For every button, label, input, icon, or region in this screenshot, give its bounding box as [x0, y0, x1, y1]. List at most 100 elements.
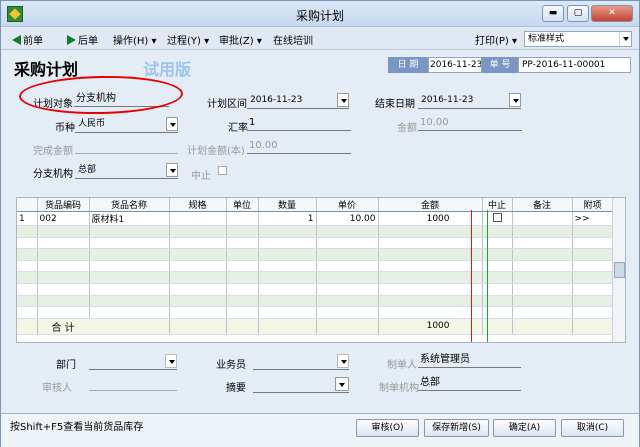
doc-no-field[interactable]: PP-2016-11-00001 — [518, 57, 631, 73]
training-button[interactable]: 在线培训 — [273, 32, 313, 47]
plan-range-field[interactable]: 2016-11-23 — [247, 93, 349, 109]
col-header: 金额 — [378, 198, 483, 212]
amount-label: 金额 — [397, 123, 417, 134]
table-row[interactable] — [17, 248, 614, 261]
operate-label: 操作(H) — [113, 36, 149, 47]
title-bar: 采购计划 ▬ ▢ ✕ — [1, 1, 639, 27]
plan-amount-field: 10.00 — [247, 139, 351, 154]
col-header: 备注 — [512, 198, 573, 212]
date-label: 日 期 — [388, 57, 428, 73]
table-row[interactable] — [17, 283, 614, 296]
page-title: 采购计划 — [14, 60, 79, 79]
dept-label: 部门 — [56, 360, 76, 371]
maker-label: 制单人 — [387, 360, 417, 371]
salesperson-select[interactable] — [253, 354, 349, 370]
plan-range-value: 2016-11-23 — [250, 95, 303, 105]
maker-org-label: 制单机构 — [379, 383, 419, 394]
completed-amount-label: 完成金额 — [33, 146, 73, 157]
scroll-thumb[interactable] — [614, 262, 625, 278]
col-header: 附项 — [572, 198, 614, 212]
table-row[interactable]: 1 002 原材料1 1 10.00 1000 >> — [17, 211, 614, 226]
currency-value: 人民币 — [78, 119, 106, 129]
summary-label: 摘要 — [226, 383, 246, 394]
print-label: 打印(P) — [475, 36, 509, 47]
close-button[interactable]: ✕ — [591, 5, 633, 22]
amount-green-divider — [487, 210, 488, 342]
end-date-field[interactable]: 2016-11-23 — [418, 93, 521, 109]
col-header: 规格 — [169, 198, 227, 212]
dept-select[interactable] — [89, 354, 177, 370]
style-select[interactable]: 标准样式 — [524, 31, 632, 47]
rate-label: 汇率 — [228, 123, 248, 134]
cell-code[interactable]: 002 — [37, 211, 90, 226]
print-menu[interactable]: 打印(P) ▾ — [475, 32, 517, 47]
table-row[interactable] — [17, 225, 614, 238]
table-row[interactable] — [17, 271, 614, 284]
rate-field[interactable]: 1 — [247, 116, 351, 131]
cell-qty[interactable]: 1 — [258, 211, 317, 226]
chevron-down-icon — [337, 354, 349, 368]
cell-unit[interactable] — [226, 211, 259, 226]
toolbar: 前单 后单 操作(H) ▾ 过程(Y) ▾ 审批(Z) ▾ 在线培训 打印(P)… — [1, 28, 639, 50]
next-button[interactable]: 后单 — [67, 32, 98, 47]
completed-amount-field — [75, 139, 178, 154]
cell-note[interactable] — [512, 211, 573, 226]
row-index: 1 — [17, 211, 38, 226]
col-header: 数量 — [258, 198, 317, 212]
date-field[interactable]: 2016-11-23 — [428, 57, 482, 73]
currency-label: 币种 — [55, 123, 75, 134]
save-new-button[interactable]: 保存新增(S) — [424, 419, 489, 437]
more-icon[interactable] — [335, 377, 349, 391]
plan-amount-label: 计划金额(本) — [187, 146, 245, 157]
minimize-button[interactable]: ▬ — [542, 5, 564, 22]
items-grid: 货品编码 货品名称 规格 单位 数量 单价 金额 中止 备注 附项 1 002 … — [16, 197, 626, 343]
process-label: 过程(Y) — [167, 36, 201, 47]
cell-price[interactable]: 10.00 — [316, 211, 379, 226]
operate-menu[interactable]: 操作(H) ▾ — [113, 32, 157, 47]
footer-fields: 部门 业务员 制单人 系统管理员 审核人 摘要 制单机构 总部 — [1, 348, 640, 410]
cell-name[interactable]: 原材料1 — [89, 211, 170, 226]
end-date-label: 结束日期 — [375, 99, 415, 110]
prev-button[interactable]: 前单 — [12, 32, 43, 47]
col-header: 货品编码 — [37, 198, 90, 212]
maker-field: 系统管理员 — [418, 353, 521, 368]
currency-select[interactable]: 人民币 — [75, 117, 178, 133]
approve-label: 审批(Z) — [219, 36, 254, 47]
col-header: 单价 — [316, 198, 379, 212]
chevron-down-icon — [337, 93, 349, 107]
process-menu[interactable]: 过程(Y) ▾ — [167, 32, 209, 47]
chevron-down-icon — [166, 163, 178, 177]
arrow-right-icon — [67, 35, 76, 45]
cell-extra[interactable]: >> — [572, 211, 614, 226]
col-header — [17, 198, 38, 212]
ok-button[interactable]: 确定(A) — [493, 419, 556, 437]
plan-range-label: 计划区间 — [207, 99, 247, 110]
row-stop-checkbox[interactable] — [492, 213, 502, 222]
trial-badge: 试用版 — [143, 60, 192, 79]
items-table: 货品编码 货品名称 规格 单位 数量 单价 金额 中止 备注 附项 1 002 … — [17, 198, 614, 335]
branch-value: 总部 — [78, 165, 97, 175]
col-header: 单位 — [226, 198, 259, 212]
branch-select[interactable]: 总部 — [75, 163, 178, 179]
summary-field[interactable] — [253, 377, 349, 393]
cell-spec[interactable] — [169, 211, 227, 226]
stop-checkbox[interactable] — [218, 166, 227, 175]
cancel-button[interactable]: 取消(C) — [561, 419, 624, 437]
approve-menu[interactable]: 审批(Z) ▾ — [219, 32, 262, 47]
status-bar: 按Shift+F5查看当前货品库存 审核(O) 保存新增(S) 确定(A) 取消… — [1, 413, 639, 447]
chevron-down-icon — [165, 354, 177, 368]
table-row[interactable] — [17, 237, 614, 250]
review-button[interactable]: 审核(O) — [356, 419, 419, 437]
chevron-down-icon — [619, 32, 631, 46]
table-row[interactable] — [17, 306, 614, 319]
cell-amount: 1000 — [378, 211, 483, 226]
chevron-down-icon — [166, 117, 178, 131]
reviewer-label: 审核人 — [42, 383, 72, 394]
total-label: 合 计 — [37, 318, 170, 335]
table-row[interactable] — [17, 295, 614, 308]
chevron-down-icon — [509, 93, 521, 107]
maker-org-field: 总部 — [418, 376, 521, 391]
maximize-button[interactable]: ▢ — [567, 5, 589, 22]
grid-scrollbar[interactable] — [612, 198, 625, 342]
table-row[interactable] — [17, 260, 614, 273]
